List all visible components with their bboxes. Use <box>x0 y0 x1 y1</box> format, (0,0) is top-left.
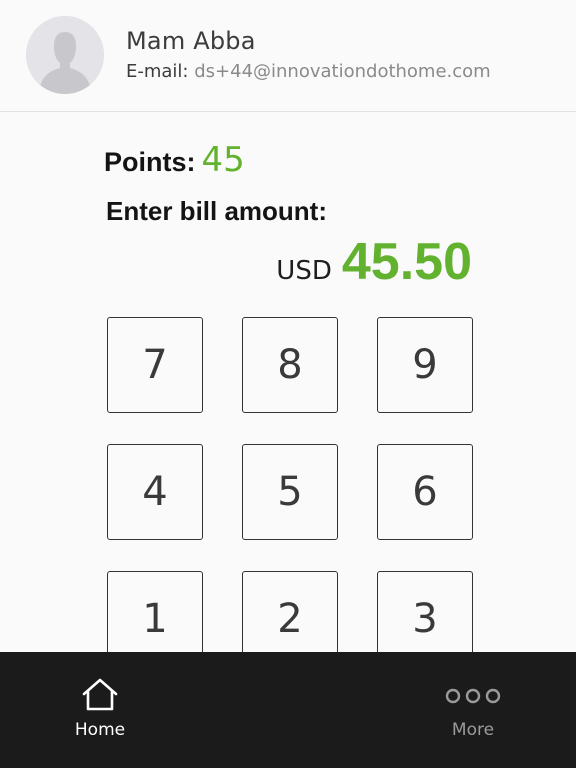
more-icon <box>413 678 533 712</box>
amount-value: 45.50 <box>341 233 472 291</box>
avatar[interactable] <box>26 16 104 94</box>
tab-home-label: Home <box>74 720 126 740</box>
user-silhouette-icon <box>26 16 104 94</box>
tab-home[interactable]: Home <box>40 652 160 768</box>
email-row: E-mail: ds+44@innovationdothome.com <box>126 61 491 82</box>
key-6[interactable]: 6 <box>377 444 473 540</box>
key-8[interactable]: 8 <box>242 317 338 413</box>
email-label: E-mail: <box>126 61 189 82</box>
key-7[interactable]: 7 <box>107 317 203 413</box>
email-value: ds+44@innovationdothome.com <box>194 61 491 82</box>
points-row: Points: 45 <box>104 140 245 180</box>
tab-more-label: More <box>451 720 495 740</box>
tab-more[interactable]: More <box>413 652 533 768</box>
user-header: Mam Abba E-mail: ds+44@innovationdothome… <box>0 0 576 112</box>
bottom-tab-bar: Home More <box>0 652 576 768</box>
points-value: 45 <box>201 140 245 180</box>
points-label: Points: <box>104 147 196 177</box>
key-5[interactable]: 5 <box>242 444 338 540</box>
currency-label: USD <box>276 256 332 286</box>
bill-amount-label: Enter bill amount: <box>106 196 327 226</box>
key-4[interactable]: 4 <box>107 444 203 540</box>
home-icon <box>40 678 160 712</box>
key-9[interactable]: 9 <box>377 317 473 413</box>
user-name: Mam Abba <box>126 27 256 55</box>
amount-display: USD 45.50 <box>276 232 472 292</box>
